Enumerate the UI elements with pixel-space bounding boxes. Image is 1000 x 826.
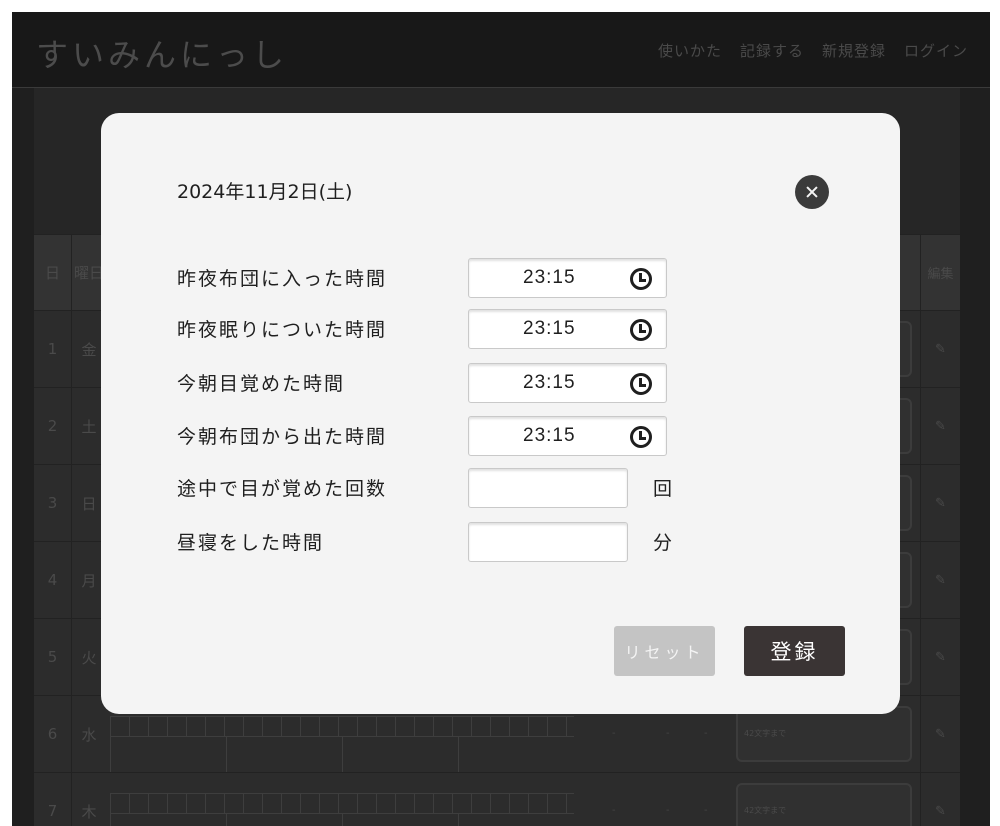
- sleep-record-modal: 2024年11月2日(土) 昨夜布団に入った時間 23:15 昨夜眠りについた時…: [101, 113, 900, 714]
- edit-icon[interactable]: ✎: [920, 465, 960, 541]
- memo-field[interactable]: 42文字まで: [736, 706, 912, 762]
- wake-count-row: 途中で目が覚めた回数 回: [177, 468, 777, 508]
- row-day: 7: [34, 773, 72, 826]
- edit-icon[interactable]: ✎: [920, 619, 960, 695]
- out-of-bed-value: 23:15: [523, 425, 576, 446]
- site-header: すいみんにっし 使いかた 記録する 新規登録 ログイン: [12, 12, 990, 88]
- dash-value: -: [704, 805, 708, 816]
- bedtime-row: 昨夜布団に入った時間 23:15: [177, 258, 777, 298]
- nap-unit: 分: [653, 532, 673, 554]
- header-nav: 使いかた 記録する 新規登録 ログイン: [658, 40, 968, 61]
- sleep-onset-value: 23:15: [523, 318, 576, 339]
- dash-value: -: [666, 728, 670, 739]
- time-grid: [110, 813, 574, 826]
- row-day: 4: [34, 542, 72, 618]
- row-weekday: 木: [81, 802, 97, 821]
- dash-value: -: [704, 728, 708, 739]
- edit-icon[interactable]: ✎: [920, 542, 960, 618]
- memo-field[interactable]: 42文字まで: [736, 783, 912, 826]
- close-icon[interactable]: [795, 175, 829, 209]
- wake-count-input[interactable]: [468, 468, 628, 508]
- row-day: 6: [34, 696, 72, 772]
- header-edit: 編集: [920, 235, 960, 310]
- dash-value: -: [666, 805, 670, 816]
- out-of-bed-row: 今朝布団から出た時間 23:15: [177, 416, 777, 456]
- edit-icon[interactable]: ✎: [920, 696, 960, 772]
- nav-how-to-use[interactable]: 使いかた: [658, 40, 722, 61]
- bedtime-input[interactable]: 23:15: [468, 258, 667, 298]
- time-grid: [110, 716, 574, 736]
- modal-date: 2024年11月2日(土): [177, 181, 353, 203]
- nap-label: 昼寝をした時間: [177, 532, 325, 554]
- edit-icon[interactable]: ✎: [920, 311, 960, 387]
- clock-icon[interactable]: [630, 373, 652, 395]
- row-day: 1: [34, 311, 72, 387]
- clock-icon[interactable]: [630, 268, 652, 290]
- header-day: 日: [34, 235, 72, 310]
- nav-login[interactable]: ログイン: [904, 40, 968, 61]
- row-day: 2: [34, 388, 72, 464]
- edit-icon[interactable]: ✎: [920, 773, 960, 826]
- nap-input[interactable]: [468, 522, 628, 562]
- row-day: 5: [34, 619, 72, 695]
- wake-count-label: 途中で目が覚めた回数: [177, 478, 388, 500]
- wake-time-label: 今朝目覚めた時間: [177, 373, 346, 395]
- row-weekday: 水: [81, 725, 97, 744]
- nap-row: 昼寝をした時間 分: [177, 522, 777, 562]
- row-day: 3: [34, 465, 72, 541]
- sleep-onset-label: 昨夜眠りについた時間: [177, 319, 388, 341]
- time-grid: [110, 793, 574, 813]
- wake-time-row: 今朝目覚めた時間 23:15: [177, 363, 777, 403]
- clock-icon[interactable]: [630, 426, 652, 448]
- submit-button[interactable]: 登録: [744, 626, 845, 676]
- wake-time-value: 23:15: [523, 372, 576, 393]
- out-of-bed-input[interactable]: 23:15: [468, 416, 667, 456]
- sleep-onset-input[interactable]: 23:15: [468, 309, 667, 349]
- edit-icon[interactable]: ✎: [920, 388, 960, 464]
- reset-button[interactable]: リセット: [614, 626, 715, 676]
- site-logo[interactable]: すいみんにっし: [36, 30, 288, 76]
- sleep-onset-row: 昨夜眠りについた時間 23:15: [177, 309, 777, 349]
- bedtime-value: 23:15: [523, 267, 576, 288]
- wake-time-input[interactable]: 23:15: [468, 363, 667, 403]
- table-row: 7 木 - - - 42文字まで ✎: [34, 772, 960, 826]
- dash-value: -: [612, 728, 616, 739]
- out-of-bed-label: 今朝布団から出た時間: [177, 426, 388, 448]
- nav-sign-up[interactable]: 新規登録: [822, 40, 886, 61]
- time-grid: [110, 736, 574, 772]
- clock-icon[interactable]: [630, 319, 652, 341]
- wake-count-unit: 回: [653, 478, 673, 500]
- bedtime-label: 昨夜布団に入った時間: [177, 268, 388, 290]
- dash-value: -: [612, 805, 616, 816]
- nav-record[interactable]: 記録する: [740, 40, 804, 61]
